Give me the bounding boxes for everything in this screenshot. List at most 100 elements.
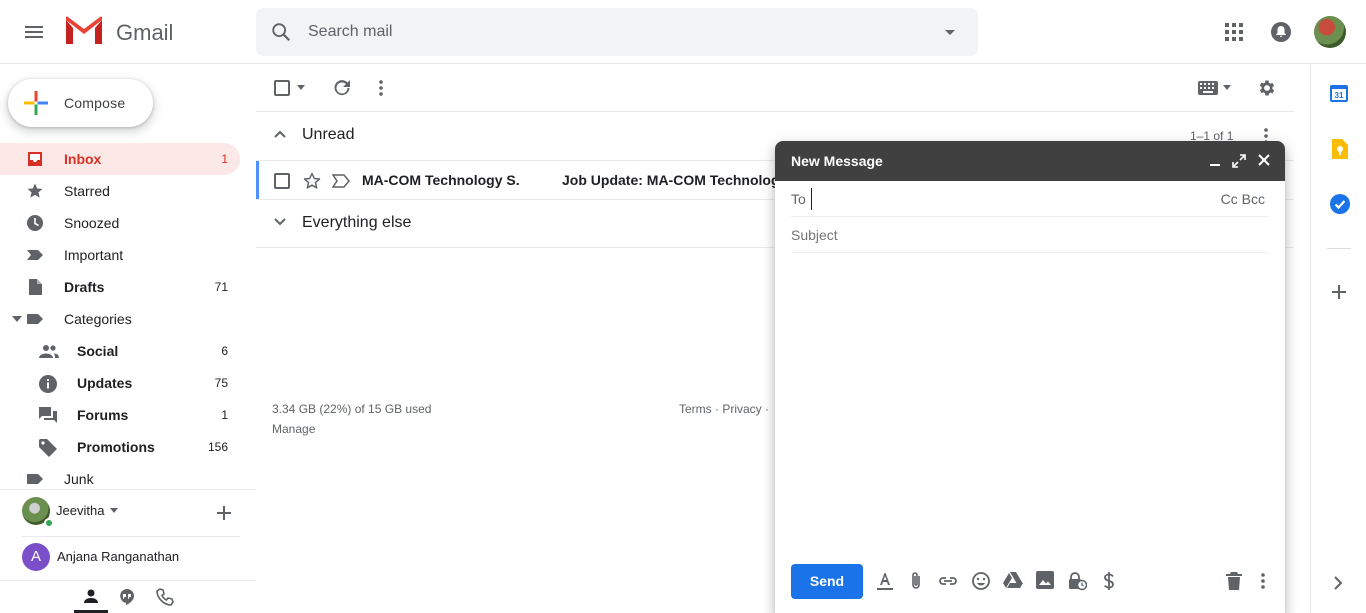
keep-icon[interactable] <box>1330 139 1348 159</box>
insert-link-icon[interactable] <box>938 571 958 591</box>
more-options-icon[interactable] <box>1255 571 1271 591</box>
person-icon <box>84 589 98 603</box>
sidebar-item-count: 6 <box>221 344 228 358</box>
sidebar-item-updates[interactable]: Updates 75 <box>0 367 240 399</box>
chevron-down-icon[interactable] <box>110 508 118 513</box>
insert-emoji-icon[interactable] <box>971 571 991 591</box>
get-addons-icon[interactable] <box>1330 283 1348 301</box>
divider <box>0 489 256 490</box>
section-title: Everything else <box>302 214 412 231</box>
star-icon[interactable] <box>302 171 322 191</box>
google-drive-icon[interactable] <box>1003 571 1023 589</box>
chat-bubble-icon <box>120 589 134 605</box>
sidebar-item-starred[interactable]: Starred <box>0 175 240 207</box>
online-status-icon <box>44 518 54 528</box>
compose-title: New Message <box>791 153 883 169</box>
storage-usage: 3.34 GB (22%) of 15 GB used <box>272 402 432 416</box>
importance-marker-icon[interactable] <box>332 173 350 189</box>
to-field[interactable]: To Cc Bcc <box>791 181 1269 217</box>
keyboard-icon[interactable] <box>1198 81 1218 95</box>
message-body[interactable] <box>791 253 1269 553</box>
sidebar-item-inbox[interactable]: Inbox 1 <box>0 143 240 175</box>
sidebar-item-count: 71 <box>214 280 228 294</box>
cc-bcc-link[interactable]: Cc Bcc <box>1221 191 1265 207</box>
clock-icon <box>26 214 44 232</box>
discard-draft-icon[interactable] <box>1225 571 1243 591</box>
to-label: To <box>791 191 806 207</box>
attach-file-icon[interactable] <box>909 571 923 591</box>
search-options-icon[interactable] <box>940 24 960 40</box>
main-menu-icon[interactable] <box>22 20 50 44</box>
fullscreen-icon[interactable] <box>1232 154 1246 168</box>
compose-plus-icon <box>24 91 48 115</box>
insert-photo-icon[interactable] <box>1036 571 1054 589</box>
gmail-logo[interactable] <box>64 16 104 48</box>
compose-window: New Message To Cc Bcc Send <box>775 141 1285 613</box>
notifications-icon[interactable] <box>1270 21 1292 43</box>
expand-caret-icon[interactable] <box>12 316 22 322</box>
formatting-options-icon[interactable] <box>876 571 894 591</box>
tab-phone[interactable] <box>156 588 174 606</box>
chevron-up-icon[interactable] <box>274 130 286 138</box>
select-all-checkbox[interactable] <box>274 80 290 96</box>
more-options-icon[interactable] <box>373 78 389 98</box>
sidebar-item-label: Important <box>64 247 124 263</box>
sidebar-item-social[interactable]: Social 6 <box>0 335 240 367</box>
sidebar-item-drafts[interactable]: Drafts 71 <box>0 271 240 303</box>
sidebar-item-important[interactable]: Important <box>0 239 240 271</box>
sidebar-item-categories[interactable]: Categories <box>0 303 240 335</box>
chevron-right-icon[interactable] <box>1333 576 1343 590</box>
sidebar-item-junk[interactable]: Junk <box>0 463 240 495</box>
people-icon <box>38 342 60 360</box>
select-options-icon[interactable] <box>297 85 305 90</box>
sidebar-item-count: 156 <box>207 440 228 454</box>
settings-gear-icon[interactable] <box>1257 78 1277 98</box>
search-bar[interactable] <box>256 8 978 56</box>
minimize-icon[interactable] <box>1209 155 1221 167</box>
divider <box>1327 248 1351 249</box>
svg-text:31: 31 <box>1335 91 1344 100</box>
send-button[interactable]: Send <box>791 564 863 599</box>
sidebar-item-label: Starred <box>64 183 110 199</box>
sidebar-item-label: Drafts <box>64 279 105 295</box>
compose-label: Compose <box>64 95 126 111</box>
hangouts-user-name[interactable]: Jeevitha <box>56 503 104 518</box>
calendar-icon[interactable]: 31 <box>1330 84 1348 102</box>
sidebar-item-promotions[interactable]: Promotions 156 <box>0 431 240 463</box>
terms-privacy-links[interactable]: Terms · Privacy · <box>679 402 769 416</box>
subject-field[interactable] <box>791 217 1269 253</box>
compose-header[interactable]: New Message <box>775 141 1285 181</box>
subject-input[interactable] <box>791 224 1261 246</box>
send-money-icon[interactable] <box>1102 571 1116 591</box>
confidential-mode-icon[interactable] <box>1067 571 1087 591</box>
tasks-icon[interactable] <box>1330 194 1350 214</box>
add-contact-icon[interactable] <box>216 505 232 521</box>
sidebar-item-snoozed[interactable]: Snoozed <box>0 207 240 239</box>
sidebar-item-label: Forums <box>77 407 129 423</box>
sidebar-item-count: 1 <box>221 152 228 166</box>
search-input[interactable] <box>308 21 908 43</box>
info-icon <box>38 374 58 394</box>
recipients-input[interactable] <box>811 188 1191 210</box>
refresh-icon[interactable] <box>332 78 352 98</box>
manage-storage-link[interactable]: Manage <box>272 422 315 436</box>
label-icon <box>26 310 44 328</box>
sidebar-item-label: Categories <box>64 311 132 327</box>
tab-contacts[interactable] <box>74 582 108 613</box>
divider <box>22 536 240 537</box>
sidebar-item-label: Updates <box>77 375 133 391</box>
sidebar-item-forums[interactable]: Forums 1 <box>0 399 240 431</box>
contact-avatar[interactable]: A <box>22 543 50 571</box>
contact-name[interactable]: Anjana Ranganathan <box>57 549 179 564</box>
input-tools-caret-icon[interactable] <box>1223 85 1231 90</box>
tab-chat[interactable] <box>118 588 136 606</box>
chevron-down-icon[interactable] <box>274 218 286 226</box>
close-icon[interactable] <box>1258 154 1270 166</box>
search-icon[interactable] <box>270 21 292 43</box>
email-select-checkbox[interactable] <box>274 173 290 189</box>
apps-icon[interactable] <box>1224 22 1244 42</box>
compose-button[interactable]: Compose <box>8 79 153 127</box>
account-avatar[interactable] <box>1314 16 1346 48</box>
draft-icon <box>26 278 44 296</box>
side-panel-rail: 31 <box>1310 64 1366 613</box>
